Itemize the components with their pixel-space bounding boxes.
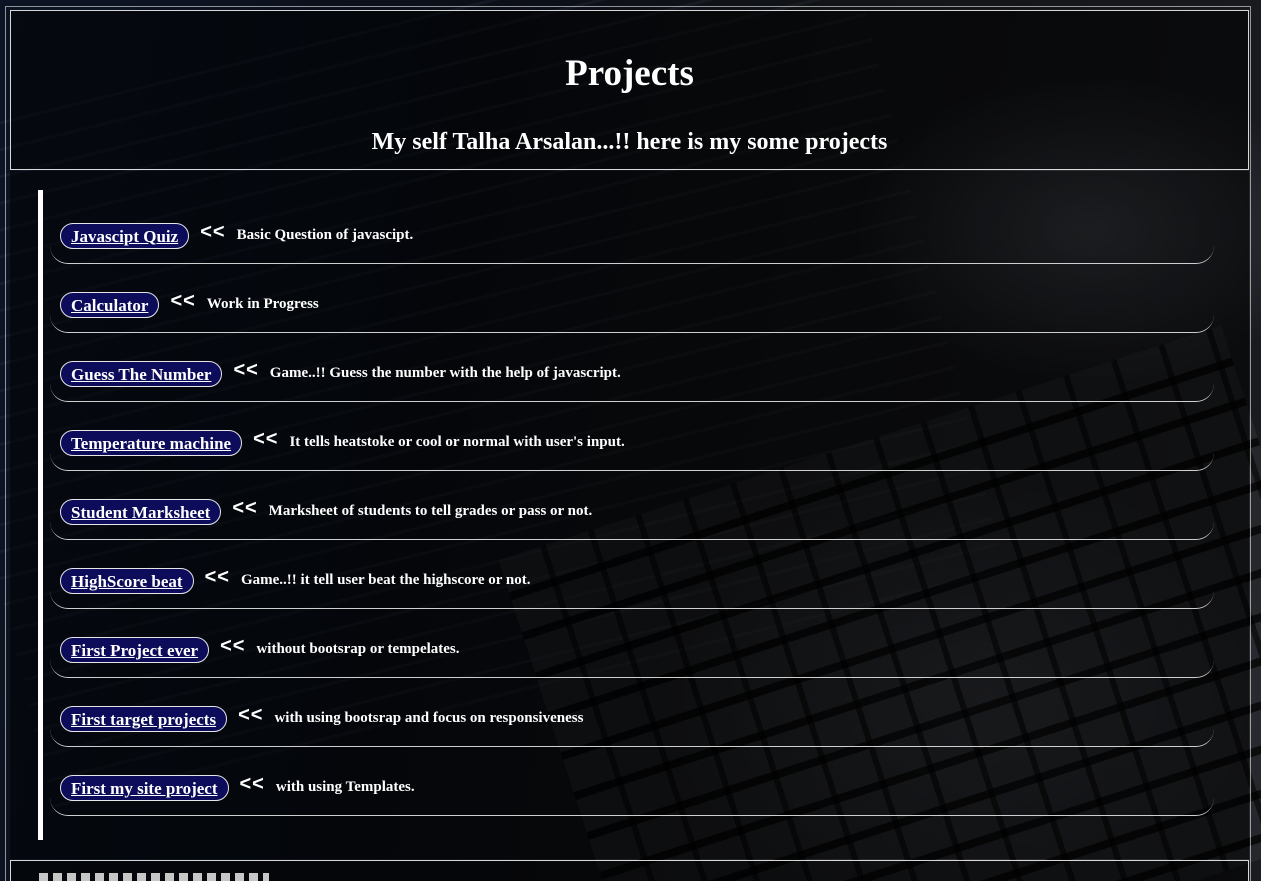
project-description: Game..!! it tell user beat the highscore… (240, 572, 531, 588)
project-link-temperature-machine[interactable]: Temperature machine (60, 429, 243, 456)
arrow-indicator: << (233, 359, 259, 381)
header-box: Projects My self Talha Arsalan...!! here… (10, 10, 1249, 170)
arrow-indicator: << (204, 566, 230, 588)
project-item-first-my-site-project: First my site project << with using Temp… (50, 760, 1214, 816)
project-description: Basic Question of javascipt. (236, 227, 414, 243)
project-item-highscore-beat: HighScore beat << Game..!! it tell user … (50, 553, 1214, 609)
project-item-temperature-machine: Temperature machine << It tells heatstok… (50, 415, 1214, 471)
project-description: without bootsrap or tempelates. (256, 641, 460, 657)
project-description: Marksheet of students to tell grades or … (268, 503, 593, 519)
project-description: Game..!! Guess the number with the help … (269, 365, 621, 381)
page-subtitle: My self Talha Arsalan...!! here is my so… (371, 129, 888, 155)
next-section-box (10, 860, 1249, 881)
arrow-indicator: << (200, 221, 226, 243)
project-item-student-marksheet: Student Marksheet << Marksheet of studen… (50, 484, 1214, 540)
arrow-indicator: << (253, 428, 279, 450)
next-section-heading-peek (39, 873, 269, 881)
project-link-first-target-projects[interactable]: First target projects (60, 705, 228, 732)
arrow-indicator: << (232, 497, 258, 519)
project-link-first-project-ever[interactable]: First Project ever (60, 636, 210, 663)
arrow-indicator: << (170, 290, 196, 312)
project-link-javascript-quiz[interactable]: Javascipt Quiz (60, 222, 190, 249)
project-item-first-project-ever: First Project ever << without bootsrap o… (50, 622, 1214, 678)
arrow-indicator: << (239, 773, 265, 795)
project-description: with using bootsrap and focus on respons… (274, 710, 584, 726)
project-link-guess-the-number[interactable]: Guess The Number (60, 360, 223, 387)
project-link-highscore-beat[interactable]: HighScore beat (60, 567, 194, 594)
project-description: Work in Progress (206, 296, 319, 312)
project-link-student-marksheet[interactable]: Student Marksheet (60, 498, 222, 525)
project-description: It tells heatstoke or cool or normal wit… (289, 434, 625, 450)
project-list: Javascipt Quiz << Basic Question of java… (50, 208, 1214, 829)
arrow-indicator: << (238, 704, 264, 726)
project-link-first-my-site-project[interactable]: First my site project (60, 774, 229, 801)
project-item-guess-the-number: Guess The Number << Game..!! Guess the n… (50, 346, 1214, 402)
project-item-first-target-projects: First target projects << with using boot… (50, 691, 1214, 747)
page: Projects My self Talha Arsalan...!! here… (0, 0, 1261, 881)
project-description: with using Templates. (275, 779, 415, 795)
left-accent-bar (38, 190, 43, 840)
project-item-javascript-quiz: Javascipt Quiz << Basic Question of java… (50, 208, 1214, 264)
project-link-calculator[interactable]: Calculator (60, 291, 160, 318)
arrow-indicator: << (220, 635, 246, 657)
page-title: Projects (565, 53, 694, 94)
project-item-calculator: Calculator << Work in Progress (50, 277, 1214, 333)
